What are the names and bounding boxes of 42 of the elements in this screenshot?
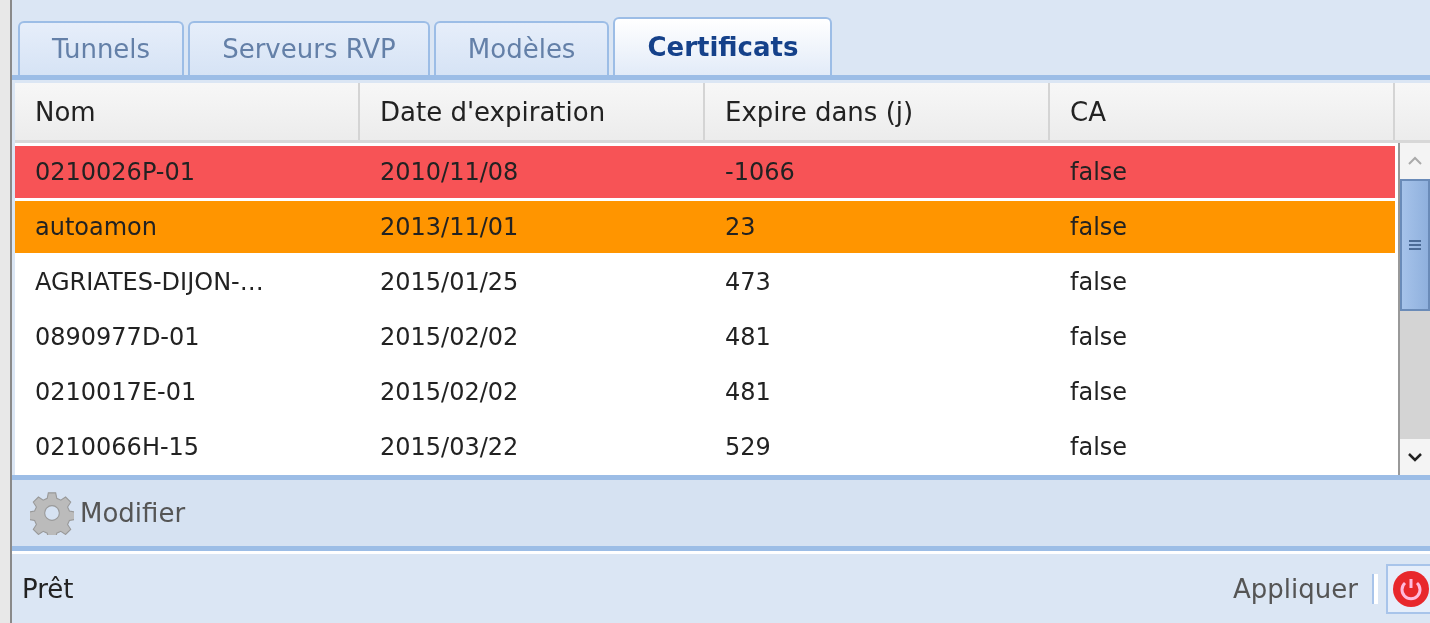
column-header[interactable]: CA xyxy=(1050,83,1395,140)
table-cell-text: 2015/02/02 xyxy=(379,378,520,406)
status-text: Prêt xyxy=(22,573,75,604)
table-cell-text: false xyxy=(1069,213,1129,241)
table-cell-text: false xyxy=(1069,268,1129,296)
gear-icon xyxy=(30,491,74,535)
column-header[interactable]: Date d'expiration xyxy=(360,83,705,140)
column-header[interactable]: Nom xyxy=(15,83,360,140)
modify-button[interactable]: Modifier xyxy=(30,491,186,535)
table-cell-text: false xyxy=(1069,158,1129,186)
table-cell-text: false xyxy=(1069,323,1129,351)
table-cell-text: 0210026P-01 xyxy=(34,158,197,186)
scroll-up-icon[interactable] xyxy=(1400,143,1430,179)
table-cell-text: 2015/03/22 xyxy=(379,433,520,461)
table-cell-text: 473 xyxy=(724,268,772,296)
power-button[interactable] xyxy=(1386,563,1430,614)
table-cell-text: AGRIATES-DIJON-… xyxy=(34,268,265,296)
scrollbar[interactable] xyxy=(1398,143,1430,475)
table-cell-text: 2015/02/02 xyxy=(379,323,520,351)
table-cell-text: 0890977D-01 xyxy=(34,323,201,351)
table-cell-text: false xyxy=(1069,433,1129,461)
table-cell-text: 481 xyxy=(724,378,772,406)
table-row[interactable]: 0210026P-01 2010/11/08 -1066 false xyxy=(15,146,1395,198)
tab[interactable]: Certificats xyxy=(613,17,833,75)
scroll-down-icon[interactable] xyxy=(1400,439,1430,475)
table-cell-text: 23 xyxy=(724,213,757,241)
table-cell-text: false xyxy=(1069,378,1129,406)
scroll-thumb[interactable] xyxy=(1400,179,1430,311)
column-header[interactable]: Expire dans (j) xyxy=(705,83,1050,140)
power-icon xyxy=(1392,569,1430,608)
table-cell-text: 529 xyxy=(724,433,772,461)
table-cell-text: 0210017E-01 xyxy=(34,378,198,406)
table-row[interactable]: autoamon 2013/11/01 23 false xyxy=(15,201,1395,253)
table-cell-text: autoamon xyxy=(34,213,158,241)
table-cell-text: 481 xyxy=(724,323,772,351)
table-cell-text: -1066 xyxy=(724,158,796,186)
separator xyxy=(1372,573,1378,604)
table-cell-text: 2013/11/01 xyxy=(379,213,520,241)
table-cell-text: 0210066H-15 xyxy=(34,433,201,461)
table-cell-text: 2015/01/25 xyxy=(379,268,520,296)
apply-button[interactable]: Appliquer xyxy=(1233,573,1372,604)
table-cell-text: 2010/11/08 xyxy=(379,158,520,186)
